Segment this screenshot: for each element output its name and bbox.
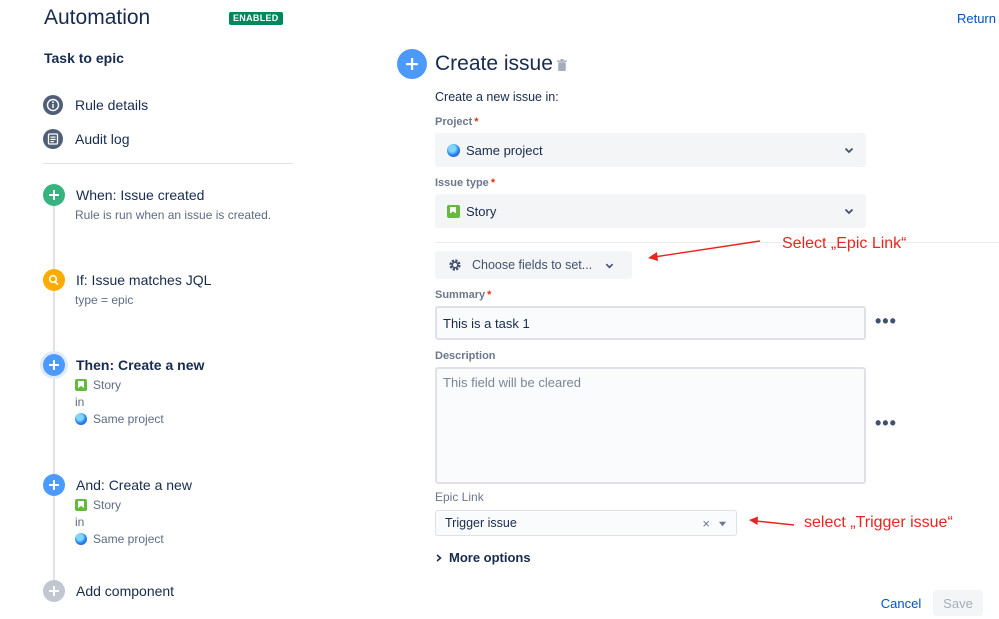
project-label-text: Project	[435, 116, 473, 128]
search-icon	[43, 269, 65, 291]
step-title: When: Issue created	[76, 187, 205, 203]
create-subtitle: Create a new issue in:	[435, 90, 559, 104]
rule-name: Task to epic	[44, 50, 124, 66]
epic-link-value: Trigger issue	[445, 516, 517, 530]
issue-type-label: Issue type *	[435, 177, 495, 189]
issue-type-label: Story	[93, 378, 122, 392]
chevron-right-icon	[436, 553, 442, 562]
issue-type-value: Story	[466, 203, 497, 219]
required-marker: *	[474, 116, 479, 128]
summary-label: Summary *	[435, 289, 491, 301]
chevron-down-icon	[605, 263, 614, 268]
step-if-issue-matches-jql[interactable]: If: Issue matches JQL type = epic	[43, 269, 303, 313]
project-label: Same project	[93, 532, 164, 546]
step-subtitle: Rule is run when an issue is created.	[75, 208, 272, 222]
nav-label: Rule details	[75, 97, 149, 113]
project-icon	[75, 533, 87, 545]
issue-type-select[interactable]: Story	[435, 194, 866, 228]
gear-icon	[449, 259, 461, 271]
add-component-button[interactable]: Add component	[43, 580, 303, 602]
project-label: Project *	[435, 116, 479, 128]
step-title: Then: Create a new	[76, 357, 205, 373]
project-select[interactable]: Same project	[435, 133, 866, 167]
plus-icon	[43, 354, 65, 376]
step-in: in	[75, 395, 85, 409]
issue-type-label-text: Issue type	[435, 177, 489, 189]
create-issue-icon	[397, 49, 427, 79]
project-icon	[447, 143, 460, 157]
step-title: Add component	[76, 583, 175, 599]
plus-icon	[43, 184, 65, 206]
annotation-trigger-issue: select „Trigger issue“	[804, 514, 953, 531]
description-placeholder: This field will be cleared	[443, 375, 582, 390]
nav-audit-log[interactable]: Audit log	[43, 128, 129, 150]
caret-down-icon[interactable]	[718, 519, 727, 528]
chevron-down-icon	[844, 147, 854, 154]
step-subtitle: type = epic	[75, 293, 134, 307]
story-icon	[447, 204, 460, 218]
annotation-epic-link: Select „Epic Link“	[782, 235, 907, 252]
epic-link-label: Epic Link	[435, 490, 484, 504]
plus-icon	[43, 474, 65, 496]
cancel-button[interactable]: Cancel	[874, 591, 928, 615]
required-marker: *	[490, 177, 496, 189]
story-icon	[75, 379, 87, 391]
step-and-create-new[interactable]: And: Create a new Story in Same project	[43, 474, 303, 550]
step-when-issue-created[interactable]: When: Issue created Rule is run when an …	[43, 184, 303, 228]
story-icon	[75, 499, 87, 511]
project-label: Same project	[93, 412, 164, 426]
description-label: Description	[435, 350, 496, 362]
step-project: Same project	[75, 412, 164, 426]
step-in: in	[75, 515, 85, 529]
nav-rule-details[interactable]: Rule details	[43, 94, 148, 116]
annotation-arrow-trigger	[749, 516, 795, 526]
more-options-label: More options	[449, 550, 531, 565]
description-more-icon[interactable]: •••	[875, 413, 897, 434]
step-then-create-new[interactable]: Then: Create a new Story in Same project	[43, 354, 303, 430]
page-title: Create issue	[435, 52, 553, 75]
divider	[43, 163, 293, 164]
trash-icon[interactable]	[557, 58, 567, 76]
nav-label: Audit log	[75, 131, 130, 147]
summary-input[interactable]: This is a task 1	[435, 306, 866, 340]
choose-fields-label: Choose fields to set...	[472, 258, 593, 272]
return-link[interactable]: Return	[957, 11, 996, 26]
epic-link-select[interactable]: Trigger issue ×	[435, 510, 737, 536]
chevron-down-icon	[844, 208, 854, 215]
step-title: And: Create a new	[76, 477, 192, 493]
status-badge: ENABLED	[229, 12, 283, 25]
required-marker: *	[487, 289, 492, 301]
description-textarea[interactable]: This field will be cleared	[435, 367, 866, 484]
app-title: Automation	[44, 6, 151, 29]
step-project: Same project	[75, 532, 164, 546]
save-button[interactable]: Save	[933, 590, 983, 616]
list-icon	[43, 129, 63, 149]
issue-type-label: Story	[93, 498, 122, 512]
summary-more-icon[interactable]: •••	[875, 311, 897, 332]
step-issue-type: Story	[75, 498, 121, 512]
step-title: If: Issue matches JQL	[76, 272, 212, 288]
project-value: Same project	[466, 142, 543, 158]
info-icon	[43, 95, 63, 115]
plus-icon	[43, 580, 65, 602]
summary-label-text: Summary	[435, 289, 486, 301]
choose-fields-button[interactable]: Choose fields to set...	[435, 251, 632, 279]
more-options-toggle[interactable]: More options	[435, 550, 531, 565]
annotation-arrow-epic	[648, 240, 761, 261]
step-issue-type: Story	[75, 378, 121, 392]
summary-value: This is a task 1	[443, 315, 530, 331]
clear-icon[interactable]: ×	[702, 516, 710, 531]
project-icon	[75, 413, 87, 425]
